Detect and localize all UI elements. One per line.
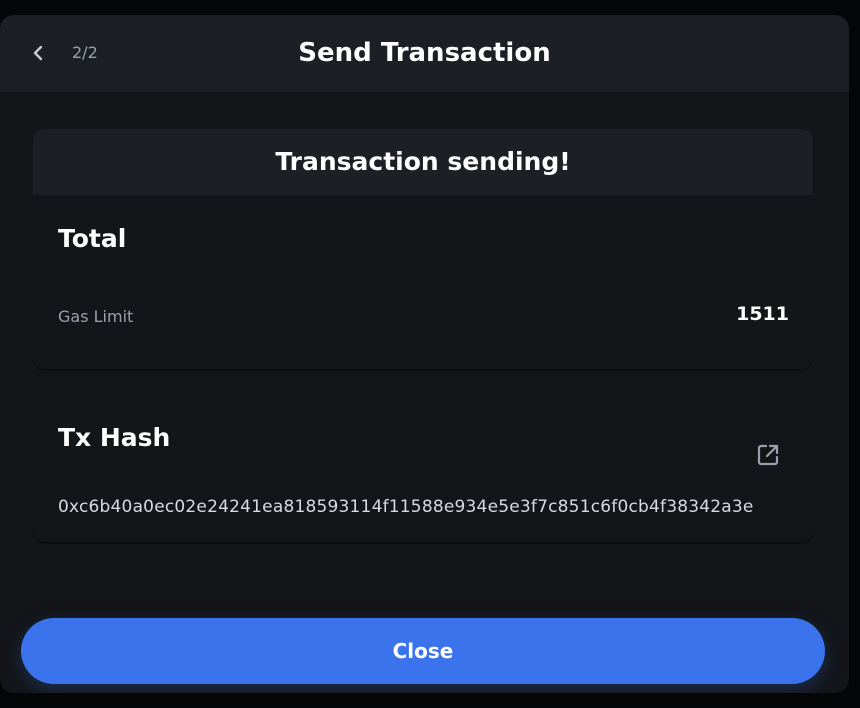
total-heading: Total (58, 224, 127, 253)
page-title: Send Transaction (298, 38, 551, 68)
close-button-label: Close (392, 639, 454, 663)
external-link-button[interactable] (755, 442, 781, 468)
gas-limit-label: Gas Limit (58, 307, 134, 326)
status-text: Transaction sending! (275, 147, 571, 176)
close-button[interactable]: Close (21, 618, 825, 684)
send-transaction-modal: 2/2 Send Transaction Transaction sending… (0, 15, 849, 693)
tx-hash-heading: Tx Hash (58, 423, 171, 452)
gas-limit-value: 1511 (736, 303, 789, 325)
total-card: Total Gas Limit 1511 (33, 195, 813, 369)
tx-hash-card: Tx Hash 0xc6b40a0ec02e24241ea818593114f1… (33, 395, 813, 542)
tx-hash-value: 0xc6b40a0ec02e24241ea818593114f11588e934… (58, 497, 754, 517)
status-banner: Transaction sending! (33, 129, 813, 195)
modal-header: 2/2 Send Transaction (0, 15, 849, 92)
external-link-icon (757, 444, 779, 466)
